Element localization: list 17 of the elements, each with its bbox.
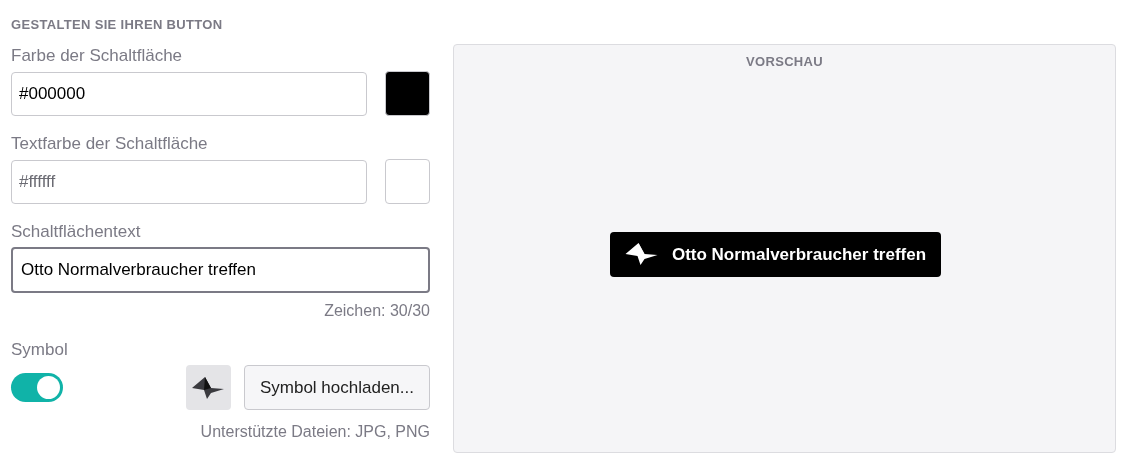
preview-title: VORSCHAU bbox=[746, 53, 823, 71]
symbol-icon bbox=[624, 243, 658, 266]
color-input-field[interactable]: #000000 bbox=[11, 71, 367, 116]
text-input-field[interactable]: Otto Normalverbraucher treffen bbox=[11, 247, 430, 293]
field-label: Farbe der Schaltfläche bbox=[11, 45, 184, 65]
section-heading: GESTALTEN SIE IHREN BUTTON bbox=[11, 16, 224, 34]
supported-files-hint: Unterstützte Dateien: JPG, PNG bbox=[200, 422, 430, 442]
field-label: Textfarbe der Schaltfläche bbox=[11, 133, 209, 153]
symbol-preview-icon[interactable] bbox=[185, 365, 231, 410]
character-counter: Zeichen: 30/30 bbox=[324, 301, 430, 321]
field-label: Schaltflächentext bbox=[11, 221, 142, 241]
toggle-switch[interactable] bbox=[11, 373, 63, 402]
color-input-field[interactable]: #ffffff bbox=[11, 159, 367, 204]
color-swatch[interactable] bbox=[385, 159, 430, 204]
field-label: Symbol bbox=[11, 339, 69, 359]
color-swatch[interactable] bbox=[385, 71, 430, 116]
upload-button[interactable]: Symbol hochladen... bbox=[243, 365, 430, 410]
